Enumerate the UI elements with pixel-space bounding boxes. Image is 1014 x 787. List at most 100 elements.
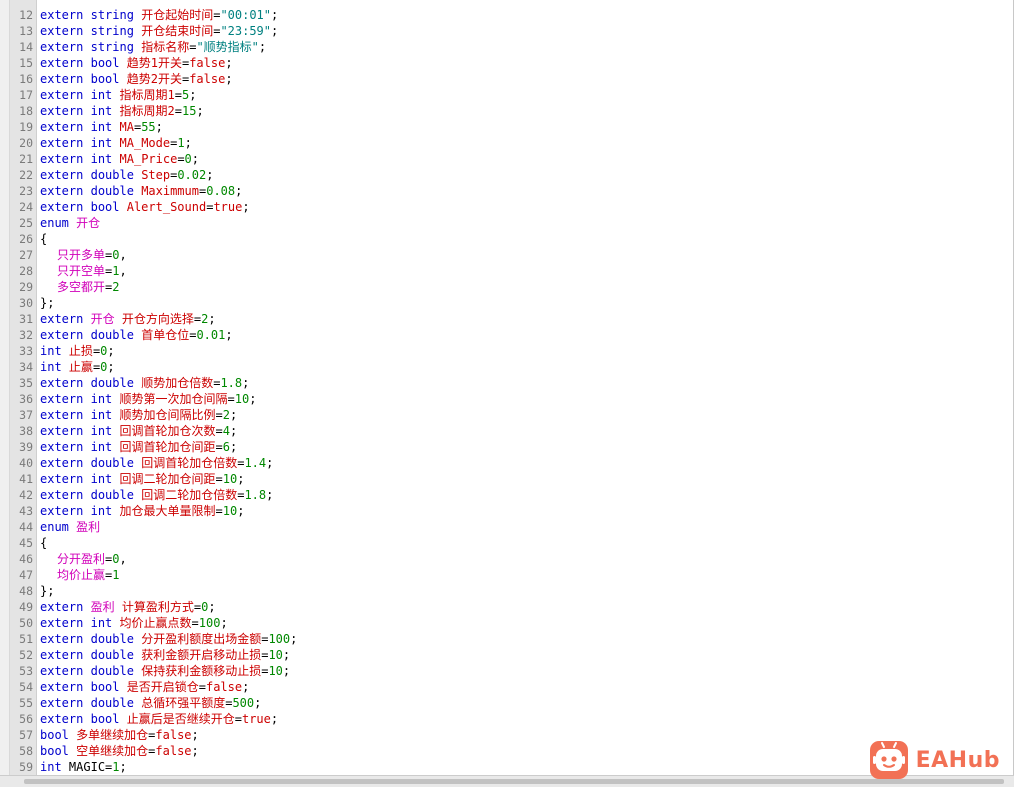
code-line[interactable]: 47 均价止赢=1 [10, 567, 1014, 583]
horizontal-scrollbar-thumb[interactable] [24, 779, 1004, 784]
code-line[interactable]: 15 extern bool 趋势1开关=false; [10, 55, 1014, 71]
code-line[interactable]: 52 extern double 获利金额开启移动止损=10; [10, 647, 1014, 663]
code-line[interactable]: 39 extern int 回调首轮加仓间距=6; [10, 439, 1014, 455]
code-line[interactable]: 50 extern int 均价止赢点数=100; [10, 615, 1014, 631]
token-punct: { [40, 232, 48, 246]
code-line[interactable]: 49 extern 盈利 计算盈利方式=0; [10, 599, 1014, 615]
token-punct: ; [242, 200, 250, 214]
token-punct: ; [208, 312, 216, 326]
code-line[interactable]: 25 enum 开仓 [10, 215, 1014, 231]
code-line[interactable]: 58 bool 空单继续加仓=false; [10, 743, 1014, 759]
line-number: 19 [19, 120, 33, 134]
code-line[interactable]: 56 extern bool 止赢后是否继续开仓=true; [10, 711, 1014, 727]
code-line[interactable]: 45 { [10, 535, 1014, 551]
code-line[interactable]: 34 int 止赢=0; [10, 359, 1014, 375]
code-line[interactable]: 41 extern int 回调二轮加仓间距=10; [10, 471, 1014, 487]
code-line[interactable]: 31 extern 开仓 开仓方向选择=2; [10, 311, 1014, 327]
code-line[interactable]: 38 extern int 回调首轮加仓次数=4; [10, 423, 1014, 439]
code-line[interactable]: 57 bool 多单继续加仓=false; [10, 727, 1014, 743]
code-line[interactable]: 18 extern int 指标周期2=15; [10, 103, 1014, 119]
code-area[interactable]: 12 extern string 开仓起始时间="00:01"; 13 extern … [10, 7, 1014, 775]
token-keyword: enum [40, 216, 69, 230]
code-line[interactable]: 24 extern bool Alert_Sound=true; [10, 199, 1014, 215]
token-ident-cn: 回调二轮加仓间距 [119, 472, 216, 486]
line-number: 46 [19, 552, 33, 566]
code-line[interactable]: 46 分开盈利=0, [10, 551, 1014, 567]
token-type: double [90, 488, 134, 502]
code-line[interactable]: 13 extern string 开仓结束时间="23:59"; [10, 23, 1014, 39]
line-content: extern string 指标名称="顺势指标"; [36, 39, 266, 55]
code-line[interactable]: 17 extern int 指标周期1=5; [10, 87, 1014, 103]
code-line[interactable]: 55 extern double 总循环强平额度=500; [10, 695, 1014, 711]
code-line[interactable]: 40 extern double 回调首轮加仓倍数=1.4; [10, 455, 1014, 471]
horizontal-scrollbar[interactable] [0, 775, 1014, 787]
code-line[interactable]: 42 extern double 回调二轮加仓倍数=1.8; [10, 487, 1014, 503]
token-keyword: extern [40, 456, 84, 470]
code-line[interactable]: 53 extern double 保持获利金额移动止损=10; [10, 663, 1014, 679]
token-ident-cn: 趋势1开关 [126, 56, 182, 70]
code-line[interactable]: 51 extern double 分开盈利额度出场金额=100; [10, 631, 1014, 647]
line-content: enum 开仓 [36, 215, 100, 231]
code-line[interactable]: 20 extern int MA_Mode=1; [10, 135, 1014, 151]
code-line[interactable]: 19 extern int MA=55; [10, 119, 1014, 135]
code-line[interactable]: 33 int 止损=0; [10, 343, 1014, 359]
line-number: 48 [19, 584, 33, 598]
token-punct: ; [107, 344, 115, 358]
code-line[interactable]: 12 extern string 开仓起始时间="00:01"; [10, 7, 1014, 23]
code-line[interactable]: 44 enum 盈利 [10, 519, 1014, 535]
token-type: int [40, 360, 62, 374]
code-line[interactable]: 16 extern bool 趋势2开关=false; [10, 71, 1014, 87]
line-content: extern bool 趋势2开关=false; [36, 71, 233, 87]
token-punct: ; [191, 728, 199, 742]
code-editor[interactable]: 12 extern string 开仓起始时间="00:01"; 13 extern … [0, 0, 1014, 787]
line-content: extern double Maximmum=0.08; [36, 183, 242, 199]
line-content: 只开空单=1, [36, 263, 127, 279]
token-number: 1.8 [220, 376, 243, 390]
code-line[interactable]: 29 多空都开=2 [10, 279, 1014, 295]
code-line[interactable]: 43 extern int 加仓最大单量限制=10; [10, 503, 1014, 519]
token-punct: = [215, 504, 223, 518]
code-line[interactable]: 28 只开空单=1, [10, 263, 1014, 279]
code-line[interactable]: 14 extern string 指标名称="顺势指标"; [10, 39, 1014, 55]
token-keyword: extern [40, 424, 84, 438]
code-line[interactable]: 37 extern int 顺势加仓间隔比例=2; [10, 407, 1014, 423]
line-content: extern bool 是否开启锁仓=false; [36, 679, 249, 695]
code-line[interactable]: 21 extern int MA_Price=0; [10, 151, 1014, 167]
token-ident: Maximmum [141, 184, 199, 198]
token-ident-cn: 是否开启锁仓 [126, 680, 199, 694]
token-number: 1 [112, 760, 120, 774]
code-line[interactable]: 32 extern double 首单仓位=0.01; [10, 327, 1014, 343]
code-line[interactable]: 59 int MAGIC=1; [10, 759, 1014, 775]
line-number: 23 [19, 184, 33, 198]
code-line[interactable]: 23 extern double Maximmum=0.08; [10, 183, 1014, 199]
code-line[interactable]: 27 只开多单=0, [10, 247, 1014, 263]
token-punct: ; [237, 472, 245, 486]
token-enum-member: 多空都开 [57, 280, 106, 294]
watermark: EAHub [869, 741, 1000, 779]
token-punct: ; [242, 680, 250, 694]
line-content: 只开多单=0, [36, 247, 127, 263]
code-line[interactable]: 36 extern int 顺势第一次加仓间隔=10; [10, 391, 1014, 407]
code-line[interactable]: 30}; [10, 295, 1014, 311]
code-line[interactable]: 48}; [10, 583, 1014, 599]
token-string: "顺势指标" [196, 40, 259, 54]
token-ident-cn: 止赢后是否继续开仓 [126, 712, 235, 726]
code-line[interactable]: 26 { [10, 231, 1014, 247]
code-line[interactable]: 22 extern double Step=0.02; [10, 167, 1014, 183]
code-line[interactable]: 35 extern double 顺势加仓倍数=1.8; [10, 375, 1014, 391]
line-number: 41 [19, 472, 33, 486]
token-type: int [90, 152, 113, 166]
token-type: double [90, 648, 134, 662]
token-string: "23:59" [220, 24, 272, 38]
code-line[interactable]: 54 extern bool 是否开启锁仓=false; [10, 679, 1014, 695]
token-ident-cn: 指标名称 [141, 40, 190, 54]
line-number: 42 [19, 488, 33, 502]
